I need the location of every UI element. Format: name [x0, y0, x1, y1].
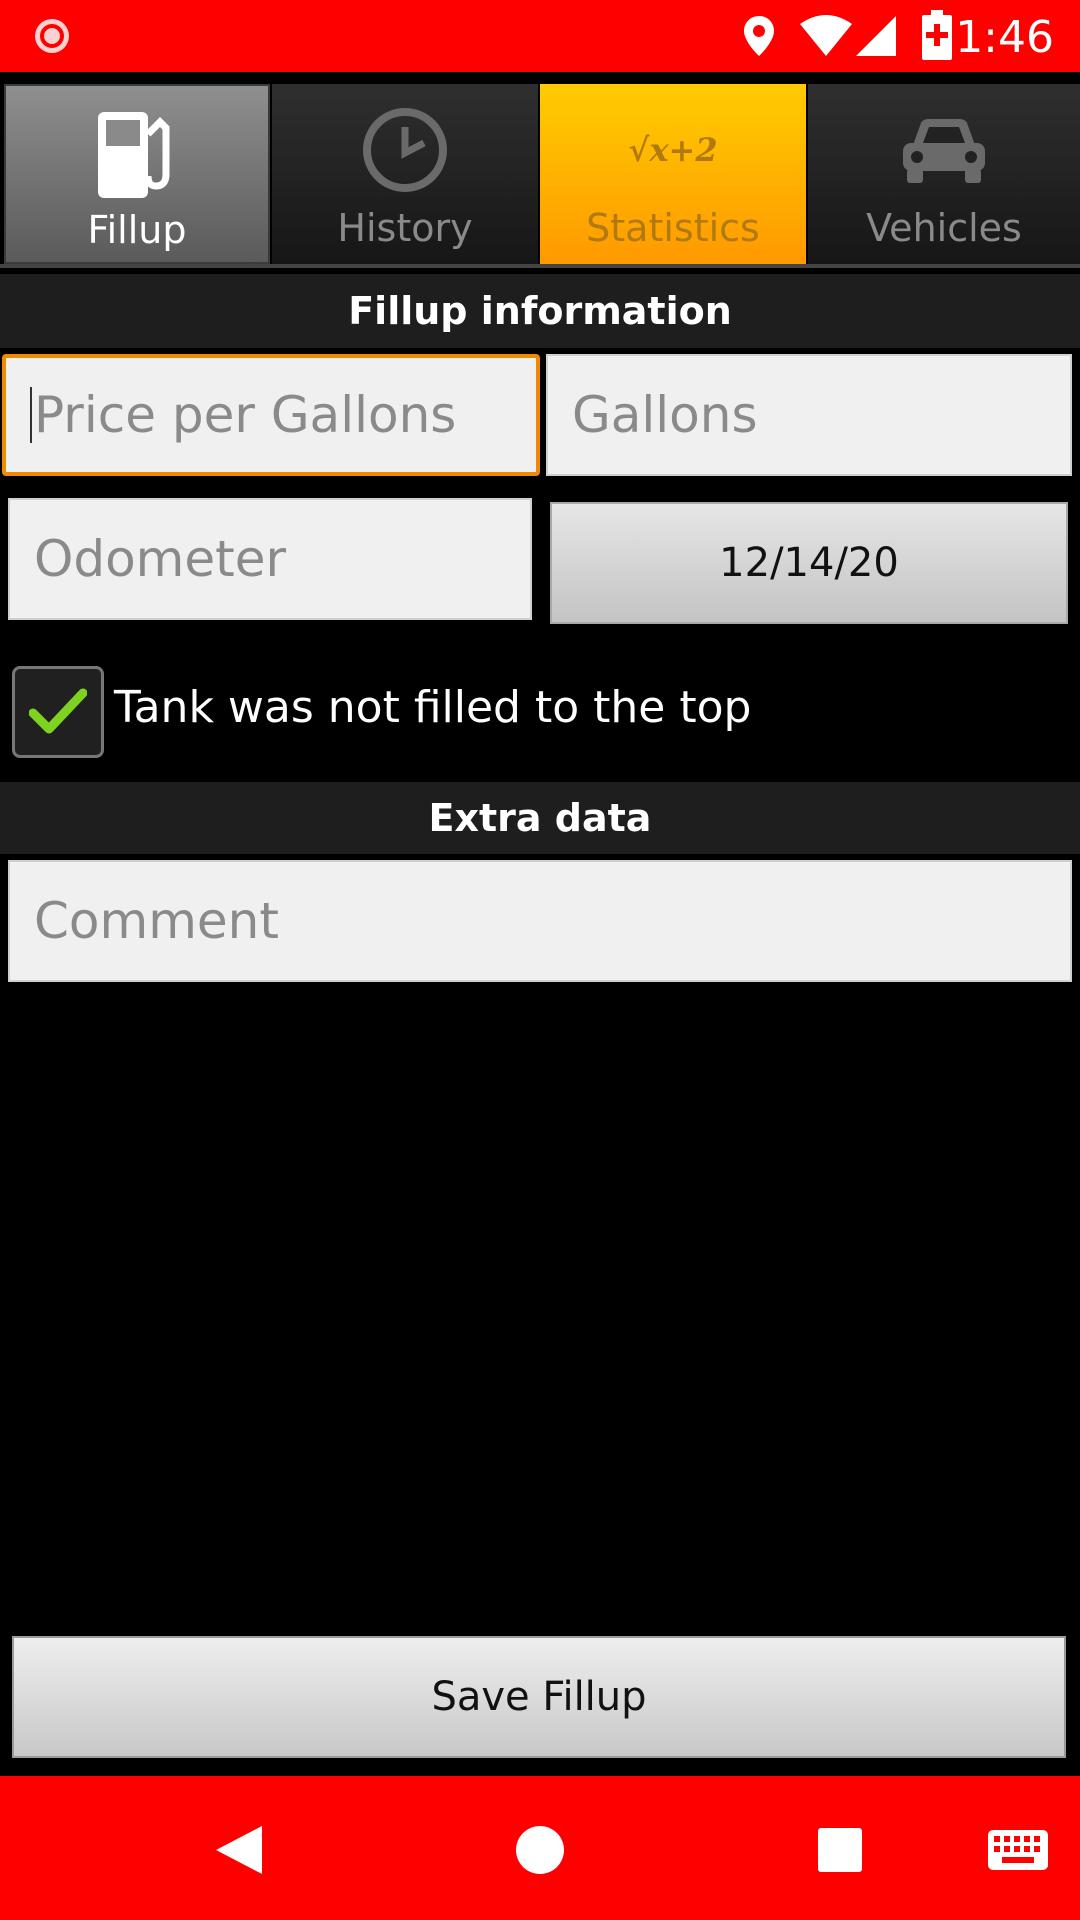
- date-button[interactable]: 12/14/20: [550, 502, 1068, 624]
- gallons-input[interactable]: Gallons: [546, 354, 1072, 476]
- tab-bar: Fillup History √x+2 Statistics Vehicles: [0, 72, 1080, 272]
- gallons-placeholder: Gallons: [572, 386, 758, 444]
- tab-statistics[interactable]: √x+2 Statistics: [540, 84, 806, 264]
- battery-icon: [922, 10, 952, 60]
- tab-divider: [0, 264, 1080, 268]
- fuel-pump-icon: [98, 112, 170, 198]
- tab-vehicles[interactable]: Vehicles: [808, 84, 1080, 264]
- location-icon: [744, 16, 774, 56]
- partial-fill-checkbox[interactable]: [12, 666, 104, 758]
- save-fillup-button[interactable]: Save Fillup: [12, 1636, 1066, 1758]
- sqrt-icon: √x+2: [628, 131, 718, 169]
- keyboard-icon[interactable]: [986, 1828, 1050, 1872]
- tab-statistics-label: Statistics: [586, 206, 760, 250]
- back-icon[interactable]: [214, 1824, 264, 1876]
- status-bar: 1:46: [0, 0, 1080, 72]
- checkmark-icon: [29, 688, 87, 734]
- section-header-fillup: Fillup information: [0, 274, 1080, 348]
- status-time: 1:46: [955, 12, 1054, 63]
- tab-fillup-label: Fillup: [87, 208, 187, 252]
- price-per-gallon-input[interactable]: Price per Gallons: [2, 354, 540, 476]
- tab-history-label: History: [337, 206, 473, 250]
- wifi-icon: [800, 15, 852, 56]
- price-per-gallon-placeholder: Price per Gallons: [34, 386, 457, 444]
- signal-icon: [856, 16, 896, 56]
- recents-icon[interactable]: [816, 1826, 864, 1874]
- tab-fillup[interactable]: Fillup: [4, 84, 270, 264]
- navigation-bar: [0, 1776, 1080, 1920]
- section-header-extra: Extra data: [0, 782, 1080, 854]
- odometer-input[interactable]: Odometer: [8, 498, 532, 620]
- clock-icon: [363, 108, 447, 192]
- home-icon[interactable]: [514, 1824, 566, 1876]
- car-icon: [903, 119, 985, 183]
- comment-input[interactable]: Comment: [8, 860, 1072, 982]
- tab-history[interactable]: History: [272, 84, 538, 264]
- odometer-placeholder: Odometer: [34, 530, 287, 588]
- tab-vehicles-label: Vehicles: [866, 206, 1022, 250]
- partial-fill-label[interactable]: Tank was not filled to the top: [114, 682, 751, 733]
- text-cursor: [30, 387, 32, 443]
- record-icon: [35, 19, 69, 53]
- comment-placeholder: Comment: [34, 892, 279, 950]
